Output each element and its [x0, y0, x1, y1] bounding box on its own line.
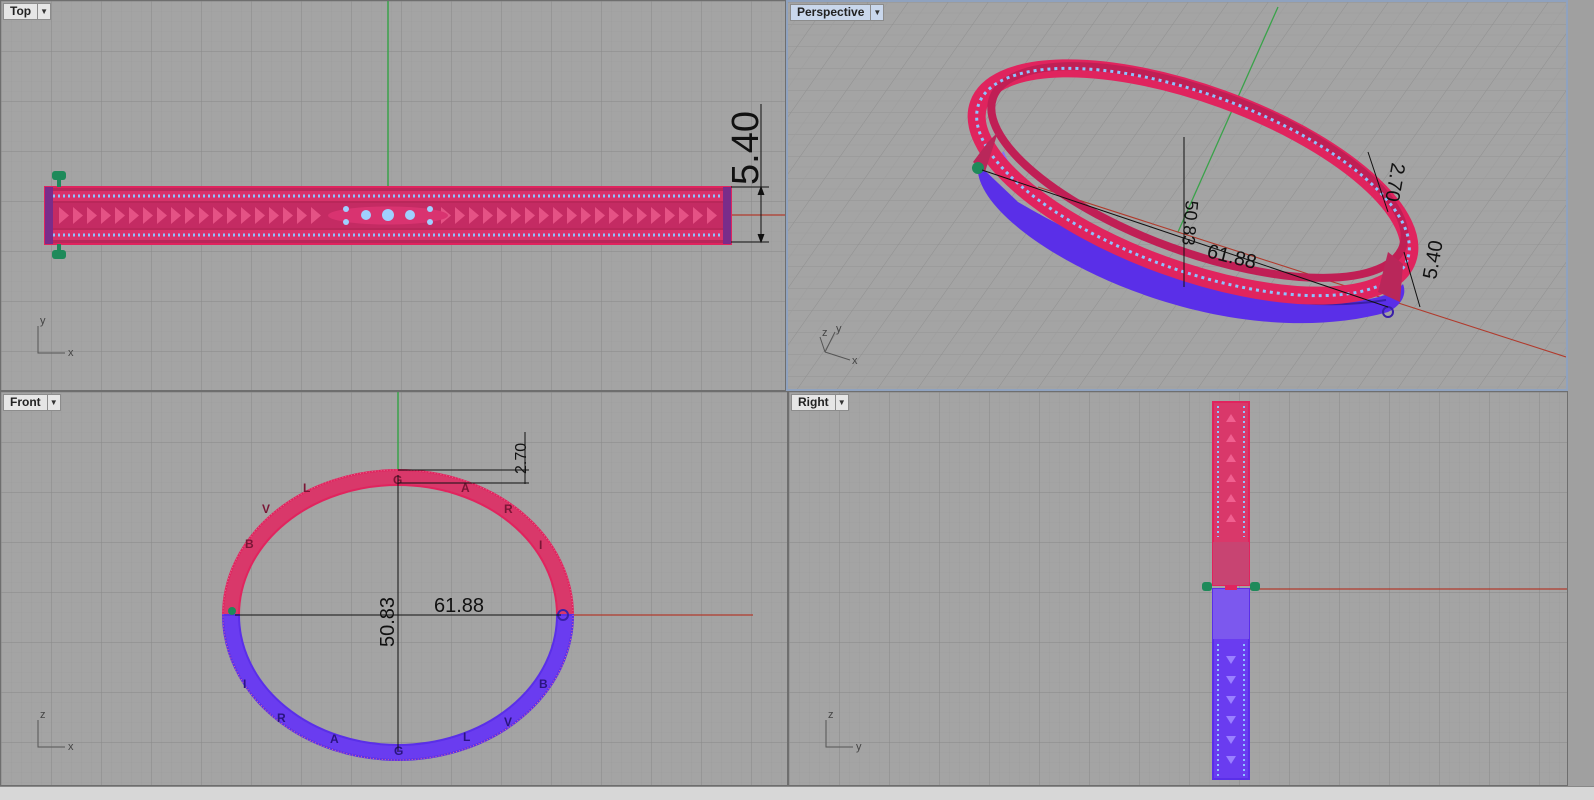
- dimension-label-height: 50.83: [377, 597, 399, 647]
- svg-text:x: x: [68, 741, 74, 753]
- svg-text:I: I: [539, 538, 542, 552]
- viewport-title: Right: [798, 395, 829, 409]
- bracelet-top-view[interactable]: [44, 186, 732, 245]
- dropdown-arrow-icon[interactable]: ▼: [870, 5, 883, 20]
- svg-text:G: G: [394, 744, 403, 758]
- svg-text:L: L: [463, 730, 470, 744]
- viewport-top[interactable]: Top ▼ 5.40 x y: [0, 0, 786, 391]
- viewport-title: Front: [10, 395, 41, 409]
- viewport-tab-right[interactable]: Right ▼: [791, 394, 849, 411]
- dimension-label-height: 50.83: [1178, 200, 1202, 247]
- grid: [1, 392, 787, 785]
- grid: [788, 2, 1566, 389]
- viewport-front[interactable]: Front ▼ B V L G A R I B V L G A R I 61.8…: [0, 391, 788, 786]
- svg-text:I: I: [243, 677, 246, 691]
- control-point-handle[interactable]: [972, 162, 984, 174]
- dropdown-arrow-icon[interactable]: ▼: [834, 395, 848, 410]
- svg-text:V: V: [504, 715, 512, 729]
- svg-text:z: z: [822, 327, 828, 339]
- control-point-handle[interactable]: [228, 607, 236, 615]
- svg-text:V: V: [262, 502, 270, 516]
- dropdown-arrow-icon[interactable]: ▼: [37, 4, 50, 19]
- dropdown-arrow-icon[interactable]: ▼: [46, 395, 60, 410]
- svg-text:L: L: [303, 481, 310, 495]
- dimension-label-width: 61.88: [434, 595, 484, 617]
- top-canvas[interactable]: 5.40 x y: [1, 1, 786, 391]
- viewport-tab-perspective[interactable]: Perspective ▼: [790, 4, 885, 21]
- dimension-label-thickness: 2.70: [513, 443, 530, 474]
- svg-text:z: z: [40, 709, 46, 721]
- dimension-label-height: 5.40: [725, 111, 767, 185]
- svg-text:B: B: [245, 537, 254, 551]
- svg-text:R: R: [504, 502, 513, 516]
- right-canvas[interactable]: y z: [789, 392, 1567, 785]
- svg-text:A: A: [330, 732, 339, 746]
- svg-text:x: x: [68, 347, 74, 359]
- bracelet-right-view[interactable]: [1212, 401, 1250, 780]
- viewport-right[interactable]: Right ▼ y z: [788, 391, 1568, 786]
- svg-text:y: y: [836, 323, 842, 335]
- viewport-title: Perspective: [797, 5, 865, 19]
- viewport-tab-front[interactable]: Front ▼: [3, 394, 61, 411]
- svg-text:x: x: [852, 355, 858, 367]
- svg-text:R: R: [277, 711, 286, 725]
- svg-text:B: B: [539, 677, 548, 691]
- viewport-tab-top[interactable]: Top ▼: [3, 3, 52, 20]
- perspective-canvas[interactable]: 61.88 50.83 2.70 5.40 x y z: [788, 2, 1566, 389]
- svg-text:y: y: [40, 315, 46, 327]
- front-canvas[interactable]: B V L G A R I B V L G A R I 61.88 50.83 …: [1, 392, 787, 785]
- viewport-title: Top: [10, 4, 32, 18]
- status-bar: [0, 786, 1594, 800]
- viewport-perspective[interactable]: Perspective ▼ 61.88 50.83 2.70 5.40 x y …: [786, 0, 1568, 391]
- svg-text:y: y: [856, 741, 862, 753]
- svg-text:z: z: [828, 709, 834, 721]
